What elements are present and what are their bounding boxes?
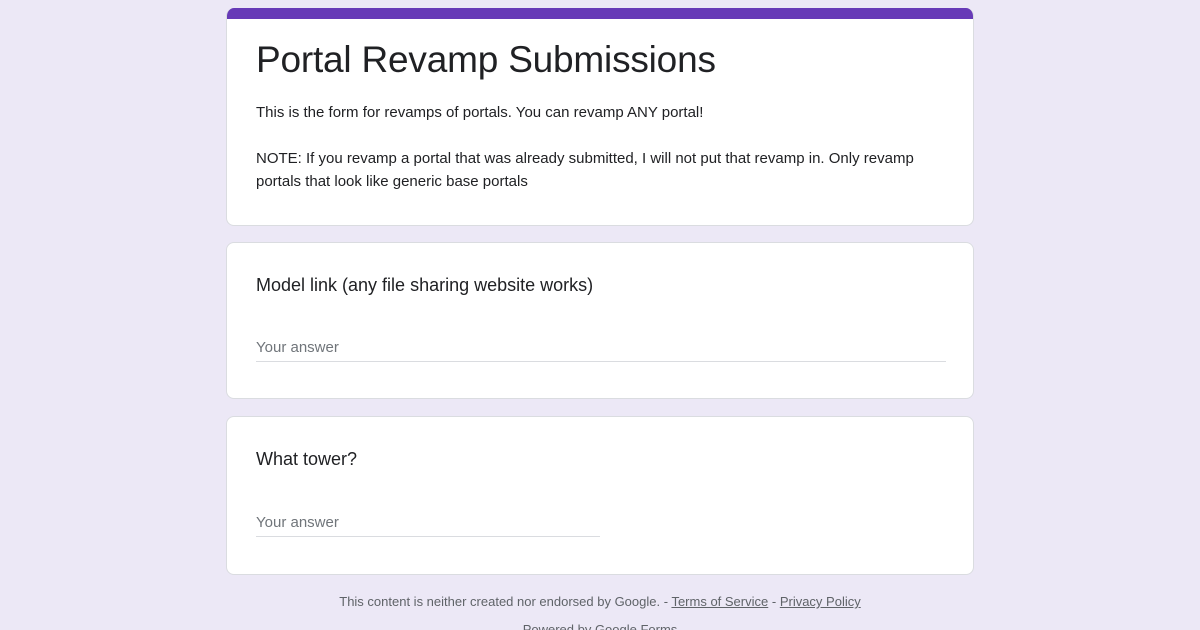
privacy-policy-link[interactable]: Privacy Policy [780,594,861,609]
form-description-line: This is the form for revamps of portals.… [256,104,704,121]
question-card-tower: What tower? [226,416,974,575]
footer-disclaimer: This content is neither created nor endo… [339,594,661,609]
model-link-input[interactable] [256,334,946,360]
form-header-card: Portal Revamp Submissions This is the fo… [226,8,974,226]
footer-separator: - [660,594,672,609]
header-accent-bar [227,8,973,19]
answer-field-container [256,509,600,537]
question-title: What tower? [256,449,358,469]
form-page: Portal Revamp Submissions This is the fo… [0,0,1200,630]
question-card-model-link: Model link (any file sharing website wor… [226,242,974,399]
footer-separator: - [768,594,780,609]
footer-powered-by: Powered by Google Forms [522,622,678,630]
form-description: This is the form for revamps of portals.… [256,101,956,193]
terms-of-service-link[interactable]: Terms of Service [671,594,768,609]
answer-field-container [256,334,946,362]
form-title: Portal Revamp Submissions [256,39,716,80]
footer: This content is neither created nor endo… [0,592,1200,612]
form-description-note: NOTE: If you revamp a portal that was al… [256,150,914,190]
question-title: Model link (any file sharing website wor… [256,275,594,295]
tower-input[interactable] [256,509,600,535]
